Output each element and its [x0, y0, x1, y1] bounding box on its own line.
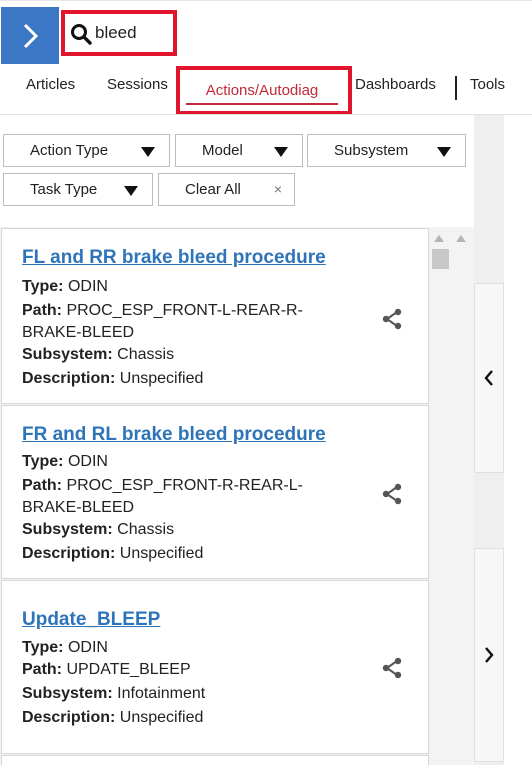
top-bar: [0, 0, 532, 66]
result-subsystem: Subsystem: Chassis: [22, 521, 175, 538]
list-item[interactable]: FR and RL brake bleed procedure Type: OD…: [1, 405, 429, 579]
tab-actions-autodiag[interactable]: Actions/Autodiag: [186, 77, 338, 105]
tab-dashboards[interactable]: Dashboards: [355, 76, 436, 93]
result-title-link[interactable]: Update_BLEEP: [22, 609, 160, 631]
tab-divider: [455, 76, 457, 100]
chevron-right-icon: [23, 23, 39, 48]
tab-sessions[interactable]: Sessions: [107, 76, 168, 93]
collapse-left-button[interactable]: [474, 283, 504, 473]
model-filter[interactable]: Model: [175, 134, 303, 167]
result-description: Description: Unspecified: [22, 545, 204, 562]
dropdown-arrow-icon: [141, 147, 155, 157]
right-strip: [504, 115, 532, 765]
tab-articles[interactable]: Articles: [26, 76, 75, 93]
dropdown-arrow-icon: [124, 186, 138, 196]
result-subsystem: Subsystem: Infotainment: [22, 685, 206, 702]
search-input[interactable]: [95, 21, 171, 45]
action-type-filter[interactable]: Action Type: [3, 134, 170, 167]
result-description: Description: Unspecified: [22, 370, 204, 387]
result-description: Description: Unspecified: [22, 709, 204, 726]
tab-tools[interactable]: Tools: [470, 76, 505, 93]
dropdown-arrow-icon: [274, 147, 288, 157]
subsystem-filter[interactable]: Subsystem: [307, 134, 466, 167]
share-icon[interactable]: [380, 307, 404, 331]
chevron-left-icon: [484, 370, 493, 386]
result-type: Type: ODIN: [22, 278, 108, 295]
result-subsystem: Subsystem: Chassis: [22, 346, 175, 363]
results-list: FL and RR brake bleed procedure Type: OD…: [0, 227, 474, 765]
result-type: Type: ODIN: [22, 453, 108, 470]
result-type: Type: ODIN: [22, 639, 108, 656]
search-icon[interactable]: [70, 23, 92, 45]
share-icon[interactable]: [380, 656, 404, 680]
dropdown-arrow-icon: [437, 147, 451, 157]
filter-bar: Action Type Model Subsystem Task Type Cl…: [0, 115, 474, 227]
result-title-link[interactable]: FL and RR brake bleed procedure: [22, 247, 326, 269]
close-icon: ×: [273, 181, 282, 197]
scroll-up-arrow-icon[interactable]: [434, 235, 444, 242]
clear-all-button[interactable]: Clear All ×: [158, 173, 295, 206]
chevron-right-icon: [485, 647, 494, 663]
results-scrollbar[interactable]: [430, 227, 474, 765]
tab-bar: Articles Sessions Actions/Autodiag Dashb…: [0, 66, 532, 115]
share-icon[interactable]: [380, 482, 404, 506]
scroll-thumb[interactable]: [432, 249, 449, 269]
search-box: [61, 10, 177, 56]
list-item[interactable]: [1, 755, 429, 765]
expand-sidebar-button[interactable]: [1, 7, 59, 64]
result-title-link[interactable]: FR and RL brake bleed procedure: [22, 424, 326, 446]
result-path: Path: PROC_ESP_FRONT-L-REAR-R- BRAKE-BLEE…: [22, 302, 303, 341]
active-tab-highlight: Actions/Autodiag: [176, 66, 352, 115]
result-path: Path: UPDATE_BLEEP: [22, 661, 191, 678]
list-item[interactable]: Update_BLEEP Type: ODIN Path: UPDATE_BLE…: [1, 580, 429, 754]
collapse-right-button[interactable]: [474, 548, 504, 762]
result-path: Path: PROC_ESP_FRONT-R-REAR-L- BRAKE-BLEE…: [22, 477, 303, 516]
right-panel: [474, 115, 532, 765]
task-type-filter[interactable]: Task Type: [3, 173, 153, 206]
scroll-up-arrow-icon[interactable]: [456, 235, 466, 242]
list-item[interactable]: FL and RR brake bleed procedure Type: OD…: [1, 228, 429, 404]
